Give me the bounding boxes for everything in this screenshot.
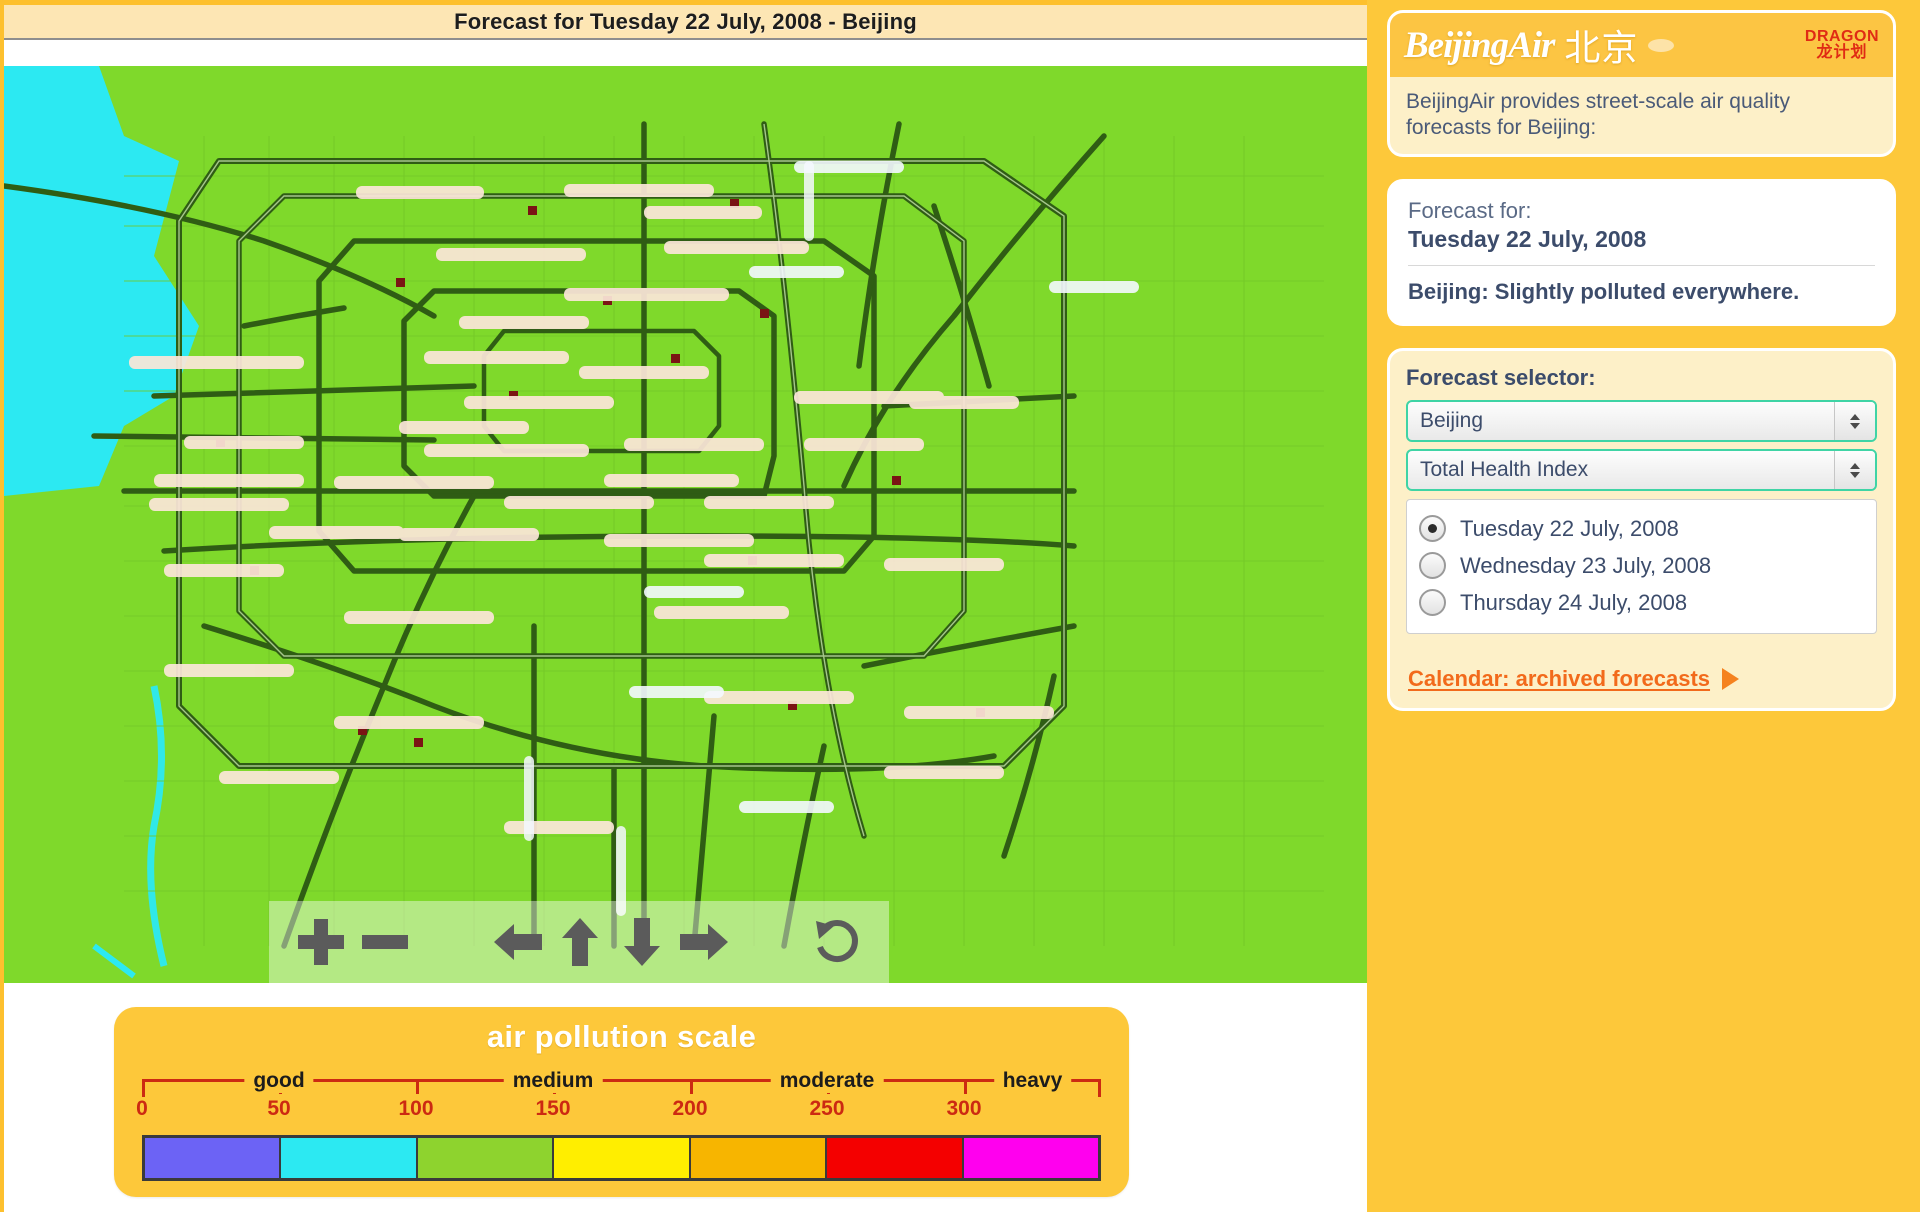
- legend-tick-label: 150: [535, 1097, 571, 1120]
- chevron-updown-icon[interactable]: [1834, 402, 1875, 441]
- radio-button-icon[interactable]: [1419, 515, 1446, 543]
- arrow-right-icon: [1722, 668, 1740, 691]
- day-radio-row[interactable]: Wednesday 23 July, 2008: [1419, 547, 1864, 584]
- legend-tick: [416, 1079, 419, 1094]
- divider: [1408, 265, 1875, 267]
- legend-area: air pollution scale good medium moderate he…: [4, 983, 1367, 1212]
- day-radio-label: Wednesday 23 July, 2008: [1460, 552, 1712, 578]
- day-radio-group[interactable]: Tuesday 22 July, 2008 Wednesday 23 July, …: [1406, 499, 1877, 635]
- city-select-value: Beijing: [1420, 409, 1484, 433]
- forecast-map[interactable]: [4, 66, 1367, 983]
- brand-name-cn: 北京: [1564, 27, 1639, 68]
- day-radio-label: Tuesday 22 July, 2008: [1460, 515, 1679, 541]
- legend-tick: [690, 1079, 693, 1094]
- legend-category-label: good: [244, 1069, 314, 1093]
- legend-title: air pollution scale: [486, 1019, 757, 1054]
- brand-name-en: BeijingAir: [1404, 24, 1555, 66]
- page-title: Forecast for Tuesday 22 July, 2008 - Bei…: [454, 8, 917, 34]
- day-radio-row[interactable]: Tuesday 22 July, 2008: [1419, 510, 1864, 547]
- legend-swatch: [554, 1138, 691, 1178]
- brand-dot-icon: [1648, 38, 1675, 52]
- legend-swatch: [281, 1138, 418, 1178]
- legend-tick-label: 300: [946, 1097, 982, 1120]
- forecast-card: Forecast for: Tuesday 22 July, 2008 Beij…: [1387, 179, 1896, 327]
- legend-category-label: moderate: [770, 1069, 884, 1093]
- forecast-selector-card: Forecast selector: Beijing Total Health …: [1387, 348, 1896, 712]
- map-canvas: [4, 66, 1367, 983]
- forecast-date: Tuesday 22 July, 2008: [1408, 226, 1647, 253]
- legend-swatch: [417, 1138, 555, 1178]
- status-badge: Beijing: Slightly polluted everywhere.: [1408, 279, 1800, 305]
- legend-tick-label: 50: [267, 1097, 291, 1120]
- index-select[interactable]: Total Health Index: [1406, 449, 1877, 492]
- legend-color-bar: [142, 1135, 1101, 1181]
- main-content: Forecast for Tuesday 22 July, 2008 - Bei…: [0, 0, 1367, 1212]
- calendar-link-label: Calendar: archived forecasts: [1408, 666, 1711, 692]
- legend-tick-label: 0: [136, 1097, 148, 1120]
- legend-scale: good medium moderate heavy 0 50 100 150 200 250 3…: [136, 1061, 1101, 1120]
- radio-button-icon[interactable]: [1419, 589, 1446, 617]
- brand-logo-bar: BeijingAir 北京 DRAGON 龙计划: [1390, 13, 1893, 77]
- dragon-label-en: DRAGON: [1804, 28, 1879, 45]
- legend-swatch: [690, 1138, 828, 1178]
- city-select[interactable]: Beijing: [1406, 400, 1877, 443]
- page-title-bar: Forecast for Tuesday 22 July, 2008 - Bei…: [4, 0, 1367, 40]
- chevron-updown-icon[interactable]: [1834, 451, 1875, 490]
- legend-category-label: medium: [503, 1069, 603, 1093]
- legend-tick: [142, 1079, 145, 1097]
- radio-button-icon[interactable]: [1419, 552, 1446, 580]
- legend-tick: [1098, 1079, 1101, 1097]
- calendar-archived-forecasts-link[interactable]: Calendar: archived forecasts: [1390, 650, 1893, 708]
- map-controls[interactable]: [269, 901, 889, 983]
- legend-tick-label: 100: [398, 1097, 434, 1120]
- legend-tick-label: 250: [809, 1097, 845, 1120]
- site-description: BeijingAir provides street-scale air qua…: [1406, 90, 1790, 139]
- brand-card: BeijingAir 北京 DRAGON 龙计划 BeijingAir prov…: [1387, 10, 1896, 158]
- legend-category-label: heavy: [993, 1069, 1072, 1093]
- dragon-partner-logo: DRAGON 龙计划: [1805, 29, 1879, 61]
- day-radio-row[interactable]: Thursday 24 July, 2008: [1419, 584, 1864, 621]
- sidebar: BeijingAir 北京 DRAGON 龙计划 BeijingAir prov…: [1367, 0, 1920, 1212]
- pan-up-icon[interactable]: [552, 914, 608, 970]
- title-map-spacer: [4, 40, 1367, 66]
- pan-down-icon[interactable]: [614, 914, 670, 970]
- pan-left-icon[interactable]: [490, 914, 546, 970]
- day-radio-label: Thursday 24 July, 2008: [1460, 589, 1688, 615]
- selector-title: Forecast selector:: [1406, 365, 1596, 391]
- forecast-for-label: Forecast for:: [1408, 198, 1532, 224]
- zoom-out-icon[interactable]: [356, 913, 414, 971]
- legend-tick-label: 200: [672, 1097, 708, 1120]
- pan-right-icon[interactable]: [676, 914, 732, 970]
- legend-swatch: [827, 1138, 964, 1178]
- legend-tick: [964, 1079, 967, 1094]
- air-pollution-scale: air pollution scale good medium moderate he…: [114, 1007, 1129, 1197]
- legend-swatch: [145, 1138, 282, 1178]
- legend-swatch: [963, 1138, 1098, 1178]
- zoom-in-icon[interactable]: [292, 913, 350, 971]
- reset-view-icon[interactable]: [808, 913, 866, 971]
- dragon-label-cn: 龙计划: [1816, 44, 1868, 61]
- index-select-value: Total Health Index: [1420, 458, 1589, 482]
